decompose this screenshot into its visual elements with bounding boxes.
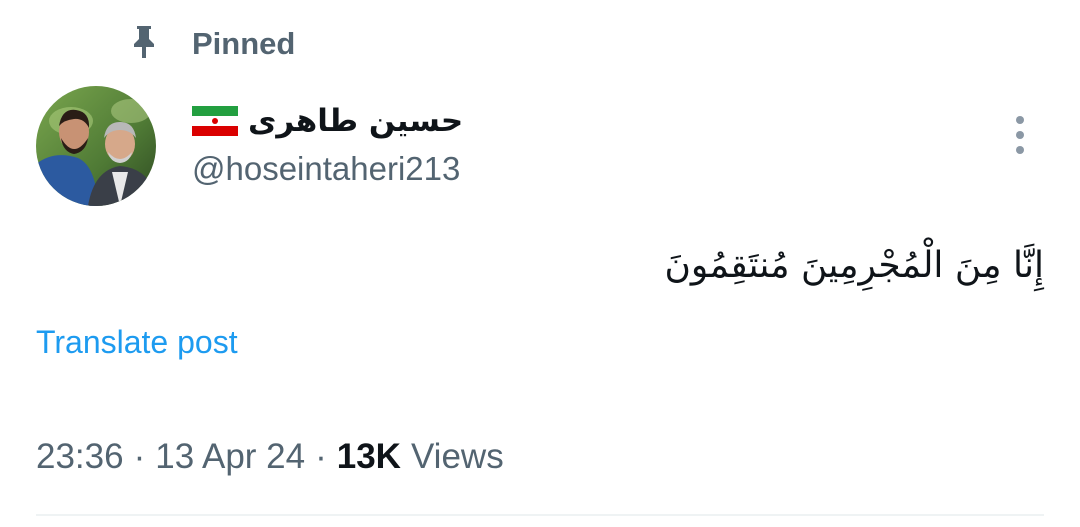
post-date[interactable]: 13 Apr 24	[155, 437, 305, 477]
divider	[36, 514, 1044, 516]
more-options-button[interactable]	[1004, 112, 1036, 158]
avatar-photo	[36, 86, 156, 206]
author-name-row[interactable]: حسین طاهری	[192, 96, 463, 146]
post-time[interactable]: 23:36	[36, 437, 124, 477]
more-dot	[1016, 131, 1024, 139]
author-handle[interactable]: @hoseintaheri213	[192, 150, 460, 188]
translate-post-link[interactable]: Translate post	[36, 324, 238, 361]
pin-icon	[134, 26, 154, 58]
post-meta: 23:36 · 13 Apr 24 · 13K Views	[36, 432, 504, 482]
more-dot	[1016, 146, 1024, 154]
avatar[interactable]	[36, 86, 156, 206]
display-name[interactable]: حسین طاهری	[248, 103, 463, 139]
pinned-label: Pinned	[192, 26, 296, 61]
views-count[interactable]: 13K	[337, 437, 401, 477]
views-label: Views	[410, 437, 504, 476]
post-text: إِنَّا مِنَ الْمُجْرِمِينَ مُنتَقِمُونَ	[664, 245, 1044, 286]
meta-separator: ·	[315, 437, 327, 476]
more-vertical-icon	[1016, 116, 1024, 124]
meta-separator: ·	[133, 437, 146, 476]
iran-flag-icon	[192, 106, 238, 136]
